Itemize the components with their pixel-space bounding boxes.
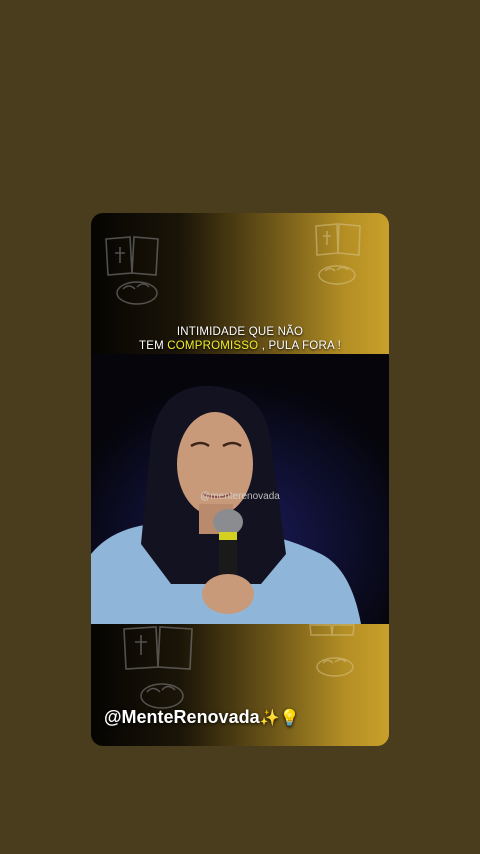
video-caption: INTIMIDADE QUE NÃO TEM COMPROMISSO , PUL… <box>91 325 389 353</box>
caption-highlight: COMPROMISSO <box>167 340 259 352</box>
bible-icon <box>309 624 355 636</box>
bible-icon <box>123 626 193 670</box>
video-post-card: INTIMIDADE QUE NÃO TEM COMPROMISSO , PUL… <box>91 213 389 746</box>
speaker-image <box>91 354 389 624</box>
bible-icon <box>315 223 361 256</box>
bible-icon <box>105 236 159 276</box>
caption-line-1: INTIMIDADE QUE NÃO <box>176 326 304 338</box>
account-handle[interactable]: @MenteRenovada✨💡 <box>104 707 299 728</box>
handle-text: @MenteRenovada <box>104 707 260 727</box>
caption-line-2: TEM COMPROMISSO , PULA FORA ! <box>91 339 389 353</box>
video-frame[interactable] <box>91 354 389 624</box>
bread-icon <box>318 265 356 285</box>
bread-icon <box>316 657 354 677</box>
caption-line-2-end: , PULA FORA ! <box>258 340 341 352</box>
bread-icon <box>116 281 158 305</box>
watermark-text: @menterenovada <box>200 491 280 502</box>
sparkles-bulb-emoji: ✨💡 <box>259 710 300 727</box>
caption-line-2-start: TEM <box>139 340 168 352</box>
